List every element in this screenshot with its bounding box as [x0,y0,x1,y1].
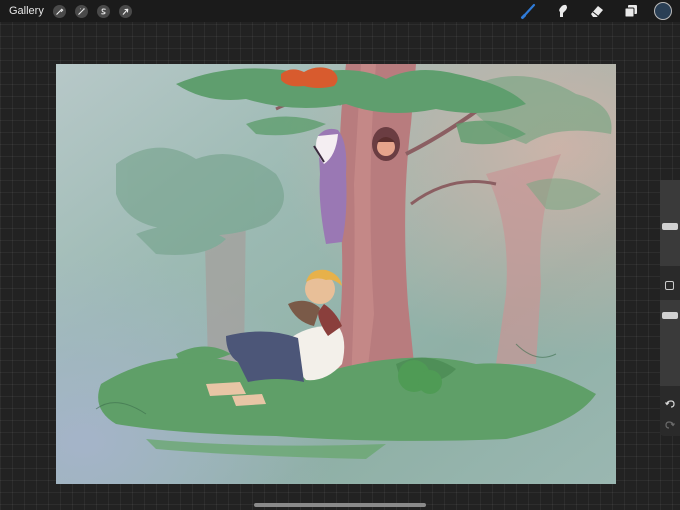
opacity-thumb[interactable] [662,312,678,319]
modify-button-icon[interactable] [665,281,674,290]
right-toolbar [504,2,672,20]
color-picker-button[interactable] [654,2,672,20]
layers-icon[interactable] [622,2,640,20]
drawing-canvas[interactable] [56,64,616,484]
smudge-icon[interactable] [554,2,572,20]
wrench-icon[interactable] [52,4,66,18]
undo-icon[interactable] [664,397,676,409]
magic-wand-icon[interactable] [74,4,88,18]
gallery-button[interactable]: Gallery [9,5,44,17]
home-indicator [254,503,426,507]
top-toolbar: Gallery [0,0,680,22]
brush-size-slider[interactable] [660,180,680,266]
eraser-icon[interactable] [588,2,606,20]
canvas-artwork [56,64,616,484]
brush-size-thumb[interactable] [662,223,678,230]
opacity-slider[interactable] [660,300,680,386]
redo-icon[interactable] [664,418,676,430]
arrow-cursor-icon[interactable] [118,4,132,18]
brush-icon[interactable] [520,2,538,20]
side-toolbar [660,180,680,436]
selection-s-icon[interactable] [96,4,110,18]
